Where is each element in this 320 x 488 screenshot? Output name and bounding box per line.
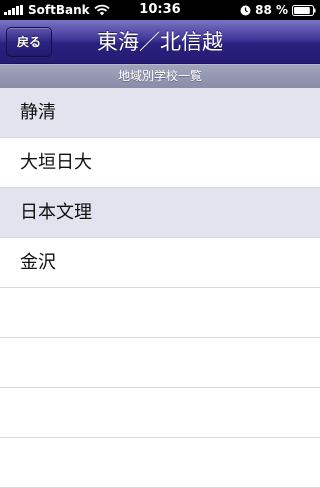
back-button[interactable]: 戻る bbox=[6, 27, 53, 57]
empty-row bbox=[0, 388, 320, 438]
clock-icon bbox=[240, 5, 251, 15]
school-row[interactable]: 大垣日大 bbox=[0, 138, 320, 188]
school-row[interactable]: 静清 bbox=[0, 88, 320, 138]
status-right: 88 % bbox=[240, 0, 316, 20]
navigation-bar: 戻る 東海／北信越 bbox=[0, 20, 320, 64]
page-title: 東海／北信越 bbox=[97, 30, 223, 54]
battery-percent: 88 % bbox=[255, 3, 288, 17]
school-row[interactable]: 日本文理 bbox=[0, 188, 320, 238]
section-header: 地域別学校一覧 bbox=[0, 64, 320, 88]
empty-row bbox=[0, 288, 320, 338]
school-list: 静清 大垣日大 日本文理 金沢 bbox=[0, 88, 320, 488]
empty-row bbox=[0, 338, 320, 388]
battery-icon bbox=[292, 4, 316, 16]
empty-row bbox=[0, 438, 320, 488]
status-bar: SoftBank 10:36 88 % bbox=[0, 0, 320, 20]
school-row[interactable]: 金沢 bbox=[0, 238, 320, 288]
